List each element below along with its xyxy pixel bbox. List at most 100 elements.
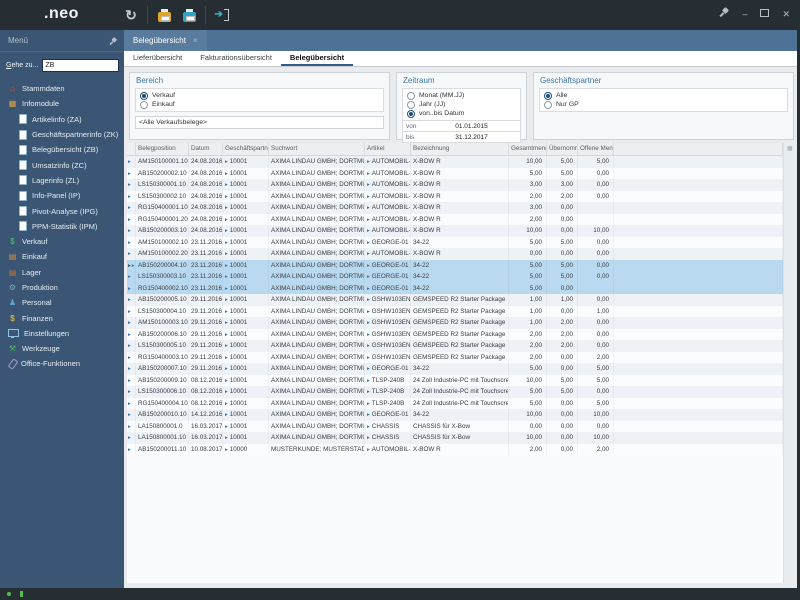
column-header-datum[interactable]: Datum [189,143,223,155]
drilldown-icon[interactable]: ▸ [367,332,370,338]
sidebar-item-ppm-statistik[interactable]: PPM-Statistik (IPM) [0,219,124,234]
zeitraum-radio-von-bis-datum[interactable]: von..bis Datum [407,109,516,118]
drilldown-icon[interactable]: ▸ [367,240,370,246]
drilldown-icon[interactable]: ▸ [225,447,228,453]
table-row[interactable]: ▸ AB150200003.10 24.08.2016 ▸ 10001 AXIMA LIN… [127,225,783,237]
drilldown-icon[interactable]: ▸ [367,263,370,269]
drilldown-icon[interactable]: ▸ [225,309,228,315]
drilldown-icon[interactable]: ▸ [225,424,228,430]
row-expander-icon[interactable]: ▸ [128,401,131,407]
sidebar-item-lager[interactable]: ▤ Lager [0,265,124,280]
row-expander-icon[interactable]: ▸ [128,447,131,453]
table-row[interactable]: ▸ AM150100002.20 23.11.2016 ▸ 10001 AXIMA LIN… [127,248,783,260]
drilldown-icon[interactable]: ▸ [367,217,370,223]
sidebar-item-infomodule[interactable]: ▦ Infomodule [0,96,124,111]
row-expander-icon[interactable]: ▸ [132,263,135,269]
sidebar-item-finanzen[interactable]: $ Finanzen [0,310,124,325]
row-expander-icon[interactable]: ▸ [128,217,131,223]
row-expander-icon[interactable]: ▸ [128,194,131,200]
geschaeftspartner-radio-nur-gp[interactable]: Nur GP [544,100,783,109]
table-row[interactable]: ▸ AM150100002.10 23.11.2016 ▸ 10001 AXIMA LIN… [127,236,783,248]
sidebar-item-einstellungen[interactable]: Einstellungen [0,326,124,341]
column-chooser-icon[interactable]: ▦ [787,146,793,152]
table-row[interactable]: ▸ RG150400004.10 08.12.2016 ▸ 10001 AXIMA LIN… [127,397,783,409]
drilldown-icon[interactable]: ▸ [367,251,370,257]
row-expander-icon[interactable]: ▸ [128,286,131,292]
table-row[interactable]: ▸ LS150300003.10 23.11.2016 ▸ 10001 AXIMA LIN… [127,271,783,283]
table-row[interactable]: ▸ RG150400001.20 24.08.2016 ▸ 10001 AXIMA LIN… [127,213,783,225]
table-row[interactable]: ▸ RG150400002.10 23.11.2016 ▸ 10001 AXIMA LIN… [127,282,783,294]
drilldown-icon[interactable]: ▸ [367,389,370,395]
drilldown-icon[interactable]: ▸ [225,251,228,257]
tab-close-icon[interactable]: × [193,36,198,45]
drilldown-icon[interactable]: ▸ [367,297,370,303]
exit-button[interactable]: ➔ [213,5,231,25]
drilldown-icon[interactable]: ▸ [225,171,228,177]
tab-belegyuebersicht[interactable]: Belegübersicht × [124,30,207,51]
column-header-gesamtmenge[interactable]: Gesamtmenge [509,143,547,155]
von-date-field[interactable]: von 01.01.2015 [402,121,521,132]
row-expander-icon[interactable]: ▸ [128,332,131,338]
column-header-artikel[interactable]: Artikel [365,143,411,155]
row-expander-icon[interactable]: ▸ [128,424,131,430]
drilldown-icon[interactable]: ▸ [225,217,228,223]
drilldown-icon[interactable]: ▸ [225,240,228,246]
belegart-combo[interactable]: <Alle Verkaufsbelege> [135,116,384,129]
drilldown-icon[interactable]: ▸ [367,228,370,234]
zeitraum-radio-jahr-jj-[interactable]: Jahr (JJ) [407,100,516,109]
table-row[interactable]: ▸ AB150200007.10 29.11.2016 ▸ 10001 AXIMA LIN… [127,363,783,375]
drilldown-icon[interactable]: ▸ [367,378,370,384]
row-expander-icon[interactable]: ▸ [128,355,131,361]
row-expander-icon[interactable]: ▸ [128,309,131,315]
refresh-button[interactable]: ↻ [122,5,140,25]
drilldown-icon[interactable]: ▸ [367,159,370,165]
drilldown-icon[interactable]: ▸ [225,355,228,361]
drilldown-icon[interactable]: ▸ [367,366,370,372]
row-expander-icon[interactable]: ▸ [128,378,131,384]
table-row[interactable]: ▸ LS150300006.10 08.12.2016 ▸ 10001 AXIMA LIN… [127,386,783,398]
drilldown-icon[interactable]: ▸ [225,401,228,407]
sidebar-pin-icon[interactable] [110,37,117,45]
sidebar-item-werkzeuge[interactable]: ⚒ Werkzeuge [0,341,124,356]
bereich-radio-einkauf[interactable]: Einkauf [140,100,379,109]
minimize-button[interactable]: – [742,8,747,20]
sidebar-item-office-funktionen[interactable]: Office-Funktionen [0,356,124,371]
sidebar-item-lagerinfo[interactable]: Lagerinfo (ZL) [0,173,124,188]
drilldown-icon[interactable]: ▸ [367,435,370,441]
sidebar-item-beleguebersicht[interactable]: Belegübersicht (ZB) [0,142,124,157]
drilldown-icon[interactable]: ▸ [225,263,228,269]
row-expander-icon[interactable]: ▸ [128,435,131,441]
drilldown-icon[interactable]: ▸ [225,297,228,303]
zeitraum-radio-monat-mm-jj-[interactable]: Monat (MM.JJ) [407,91,516,100]
drilldown-icon[interactable]: ▸ [367,182,370,188]
drilldown-icon[interactable]: ▸ [367,424,370,430]
print-preview-button[interactable] [180,5,198,25]
drilldown-icon[interactable]: ▸ [367,194,370,200]
drilldown-icon[interactable]: ▸ [367,412,370,418]
drilldown-icon[interactable]: ▸ [367,320,370,326]
drilldown-icon[interactable]: ▸ [225,194,228,200]
subtab-beleguebersicht[interactable]: Belegübersicht [280,51,354,66]
column-header-bezeichnung[interactable]: Bezeichnung [411,143,509,155]
row-expander-icon[interactable]: ▸ [128,171,131,177]
table-row[interactable]: ▸ AB150200002.10 24.08.2016 ▸ 10001 AXIMA LIN… [127,167,783,179]
drilldown-icon[interactable]: ▸ [367,401,370,407]
restore-button[interactable] [760,8,770,20]
table-row[interactable]: ▸ AB150200006.10 29.11.2016 ▸ 10001 AXIMA LIN… [127,328,783,340]
table-row[interactable]: ▸ AB150200011.10 10.08.2017 ▸ 10000 MUSTERKUN… [127,443,783,455]
close-button[interactable]: ✕ [782,8,790,20]
row-expander-icon[interactable]: ▸ [128,182,131,188]
sidebar-item-stammdaten[interactable]: ⌂ Stammdaten [0,81,124,96]
pin-button[interactable] [720,7,729,20]
column-header-geschaeftspartner[interactable]: Geschäftspartner [223,143,269,155]
row-expander-icon[interactable]: ▸ [128,251,131,257]
row-expander-icon[interactable]: ▸ [128,159,131,165]
drilldown-icon[interactable]: ▸ [367,205,370,211]
row-expander-icon[interactable]: ▸ [128,205,131,211]
print-button[interactable] [155,5,173,25]
drilldown-icon[interactable]: ▸ [225,378,228,384]
row-expander-icon[interactable]: ▸ [128,274,131,280]
table-row[interactable]: ▸ AB150200010.10 14.12.2016 ▸ 10001 AXIMA LIN… [127,409,783,421]
column-header-belegposition[interactable]: Belegposition [136,143,189,155]
drilldown-icon[interactable]: ▸ [225,343,228,349]
